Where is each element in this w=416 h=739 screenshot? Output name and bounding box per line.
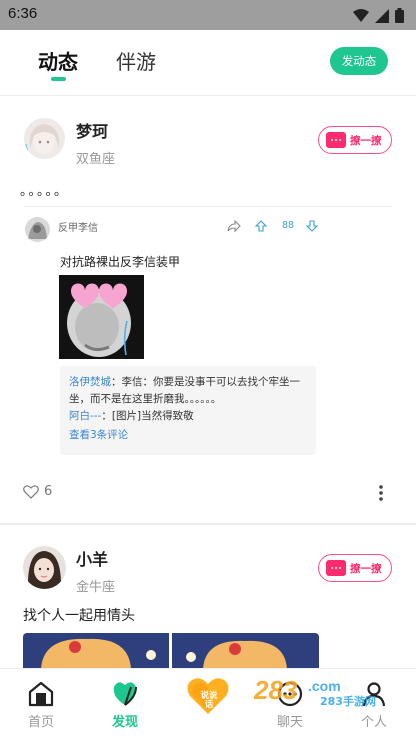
- share-icon[interactable]: [227, 220, 241, 232]
- shared-post-text: 对抗路裸出反李信装甲: [60, 255, 181, 269]
- post-author-sign: 金牛座: [76, 580, 116, 595]
- post-separator: [0, 523, 416, 525]
- post-author-name[interactable]: 小羊: [76, 546, 108, 570]
- battery-icon: [395, 8, 404, 23]
- watermark-logo: 283 .com 283手游网: [250, 671, 400, 711]
- chat-bubble-icon: [326, 132, 346, 148]
- flirt-button[interactable]: 撩一撩: [318, 126, 392, 154]
- like-count: 6: [44, 484, 53, 499]
- comment-author[interactable]: 阿白---: [69, 410, 101, 422]
- shared-post-image[interactable]: [59, 275, 144, 359]
- post-author-name[interactable]: 梦珂: [76, 118, 108, 142]
- svg-text:.com: .com: [308, 678, 341, 694]
- post-moment-button[interactable]: 发动态: [330, 47, 388, 75]
- avatar[interactable]: [24, 118, 65, 159]
- more-options-icon[interactable]: [378, 484, 384, 502]
- flirt-label: 撩一撩: [350, 562, 382, 575]
- comment-separator: ：: [101, 410, 112, 422]
- status-bar: 6:36: [0, 0, 416, 30]
- nav-label: 发现: [111, 715, 138, 730]
- upvote-icon[interactable]: [255, 220, 267, 232]
- heart-icon[interactable]: [23, 485, 39, 499]
- shared-user-avatar[interactable]: [25, 217, 50, 242]
- post-text: 。。。。。: [20, 184, 70, 199]
- divider: [24, 206, 392, 207]
- nav-label: 个人: [360, 715, 387, 730]
- nav-discover[interactable]: 发现: [90, 669, 160, 739]
- comments-box: 洛伊焚城：李信：你要是没事干可以去找个牢坐一坐，而不是在这里折磨我。。。。。。 …: [60, 366, 316, 455]
- top-nav: 动态 伴游 发动态: [0, 30, 416, 96]
- svg-text:283: 283: [253, 675, 298, 705]
- post-image[interactable]: [23, 633, 319, 669]
- shared-user-name[interactable]: 反甲李信: [58, 219, 98, 234]
- post-author-sign: 双鱼座: [76, 152, 116, 167]
- home-icon: [28, 681, 54, 707]
- flirt-label: 撩一撩: [350, 134, 382, 147]
- avatar[interactable]: [23, 546, 66, 589]
- status-time: 6:36: [8, 5, 38, 22]
- downvote-icon[interactable]: [306, 220, 318, 232]
- signal-icon: [375, 8, 389, 23]
- active-tab-indicator: [51, 77, 66, 81]
- vote-count: 88: [282, 220, 295, 231]
- comment-separator: ：: [111, 376, 122, 388]
- chat-bubble-icon: [326, 560, 346, 576]
- post-text: 找个人一起用情头: [23, 608, 135, 624]
- speak-label: 说说话: [200, 691, 218, 710]
- tab-moments[interactable]: 动态: [38, 46, 78, 75]
- discover-leaf-icon: [113, 682, 137, 706]
- view-more-comments-link[interactable]: 查看3条评论: [69, 427, 307, 442]
- nav-label: 聊天: [276, 715, 303, 730]
- tab-travel-companion[interactable]: 伴游: [116, 46, 156, 75]
- nav-home[interactable]: 首页: [6, 669, 76, 739]
- watermark-text: 283手游网: [320, 695, 376, 708]
- status-icons: [353, 8, 404, 23]
- bottom-nav: 首页 发现 说说话 聊天 个人 283 .com 283手游网: [0, 668, 416, 739]
- nav-speak[interactable]: 说说话: [173, 669, 243, 739]
- comment: 洛伊焚城：李信：你要是没事干可以去找个牢坐一坐，而不是在这里折磨我。。。。。。: [69, 374, 307, 408]
- nav-label: 首页: [27, 715, 54, 730]
- comment: 阿白---：[图片]当然得致敬: [69, 408, 307, 425]
- comment-author[interactable]: 洛伊焚城: [69, 376, 111, 388]
- wifi-icon: [353, 8, 369, 22]
- comment-text: [图片]当然得致敬: [111, 410, 194, 422]
- flirt-button[interactable]: 撩一撩: [318, 554, 392, 582]
